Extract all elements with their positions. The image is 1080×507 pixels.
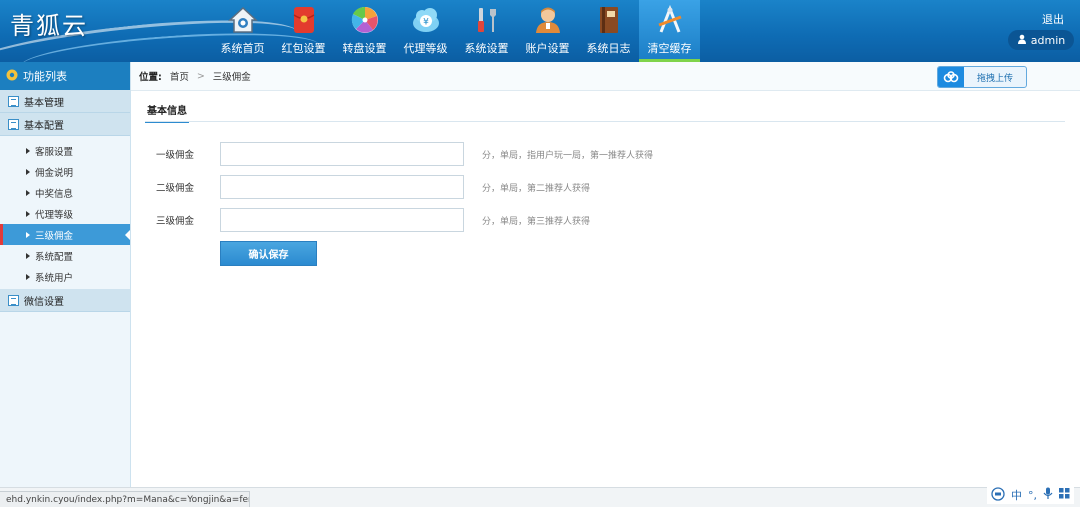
red-packet-icon: [288, 4, 320, 36]
sidebar-item-prize-info[interactable]: 中奖信息: [0, 182, 130, 203]
ime-punctuation[interactable]: °,: [1028, 489, 1037, 502]
breadcrumb-current: 三级佣金: [212, 72, 251, 83]
nav-item-system-log[interactable]: 系统日志: [578, 0, 639, 62]
nav-item-agent-level[interactable]: ¥ 代理等级: [395, 0, 456, 62]
brand-logo: 青狐云: [10, 12, 88, 40]
nav-label: 红包设置: [281, 42, 326, 55]
form-row-level3: 三级佣金 分，单局，第三推荐人获得: [131, 208, 590, 232]
nav-item-home[interactable]: 系统首页: [212, 0, 273, 62]
sidebar-item-agent-level[interactable]: 代理等级: [0, 203, 130, 224]
nav-label: 系统设置: [464, 42, 509, 55]
sidebar-item-customer-service[interactable]: 客服设置: [0, 140, 130, 161]
nav-label: 系统首页: [220, 42, 265, 55]
caret-right-icon: [26, 252, 30, 259]
breadcrumb-home[interactable]: 首页: [170, 69, 189, 83]
drag-upload-button[interactable]: 拖拽上传: [937, 66, 1027, 88]
breadcrumb-separator: >: [196, 70, 205, 82]
caret-right-icon: [26, 168, 30, 175]
sidebar-group-label: 微信设置: [24, 296, 64, 308]
clear-cache-icon: [654, 4, 686, 36]
nav-label: 账户设置: [525, 42, 570, 55]
sidebar-item-label: 系统用户: [35, 272, 74, 284]
nav-item-system-settings[interactable]: 系统设置: [456, 0, 517, 62]
tab-basic-info[interactable]: 基本信息: [145, 102, 189, 123]
sidebar-title: 功能列表: [0, 62, 130, 90]
nav-item-account-settings[interactable]: 账户设置: [517, 0, 578, 62]
sidebar-title-label: 功能列表: [23, 70, 67, 83]
sidebar-item-commission-info[interactable]: 佣金说明: [0, 161, 130, 182]
level2-commission-label: 二级佣金: [155, 183, 194, 194]
function-list-icon: [6, 69, 18, 84]
user-account-icon: [532, 4, 564, 36]
logout-link[interactable]: 退出: [1042, 11, 1064, 27]
section-divider: [145, 121, 1065, 122]
sidebar-item-system-users[interactable]: 系统用户: [0, 266, 130, 287]
level1-commission-hint: 分，单局，指用户玩一局，第一推荐人获得: [482, 150, 654, 161]
form-row-level2: 二级佣金 分，单局，第二推荐人获得: [131, 175, 590, 199]
user-menu[interactable]: admin: [1008, 30, 1074, 50]
ime-language[interactable]: 中: [1011, 487, 1022, 503]
save-button[interactable]: 确认保存: [220, 241, 317, 266]
top-header: 青狐云 系统首页 红包设置 转盘设置 ¥ 代理等级 系统设置 账户设置 系统日志…: [0, 0, 1080, 62]
sidebar-group-basic-management[interactable]: 基本管理: [0, 90, 130, 113]
nav-item-clear-cache[interactable]: 清空缓存: [639, 0, 700, 62]
level1-commission-input[interactable]: [220, 142, 464, 166]
cloud-upload-icon: [938, 67, 964, 87]
caret-right-icon: [26, 210, 30, 217]
sidebar-item-label: 佣金说明: [35, 167, 74, 179]
tools-icon: [471, 4, 503, 36]
level2-commission-input[interactable]: [220, 175, 464, 199]
caret-right-icon: [26, 273, 30, 280]
caret-right-icon: [26, 189, 30, 196]
ime-badge-icon[interactable]: [991, 486, 1005, 504]
sidebar-item-label: 系统配置: [35, 251, 74, 263]
list-icon: [8, 294, 19, 306]
nav-label: 系统日志: [586, 42, 631, 55]
grid-icon[interactable]: [1059, 488, 1070, 502]
wheel-icon: [349, 4, 381, 36]
drag-upload-label: 拖拽上传: [976, 73, 1013, 84]
nav-item-wheel[interactable]: 转盘设置: [334, 0, 395, 62]
user-icon: [1017, 34, 1027, 47]
level3-commission-label: 三级佣金: [155, 216, 194, 227]
sidebar-group-label: 基本配置: [24, 120, 64, 132]
level1-commission-label: 一级佣金: [155, 150, 194, 161]
main-nav: 系统首页 红包设置 转盘设置 ¥ 代理等级 系统设置 账户设置 系统日志 清空缓…: [212, 0, 700, 62]
level3-commission-hint: 分，单局，第三推荐人获得: [482, 216, 591, 227]
sidebar-group-wechat-settings[interactable]: 微信设置: [0, 289, 130, 312]
form-row-level1: 一级佣金 分，单局，指用户玩一局，第一推荐人获得: [131, 142, 653, 166]
caret-right-icon: [26, 147, 30, 154]
sidebar-group-label: 基本管理: [24, 97, 64, 109]
sidebar-item-three-level-commission[interactable]: 三级佣金: [0, 224, 130, 245]
log-book-icon: [593, 4, 625, 36]
sidebar-item-label: 客服设置: [35, 146, 74, 158]
list-icon: [8, 95, 19, 107]
sidebar-item-label: 中奖信息: [35, 188, 74, 200]
nav-label: 清空缓存: [647, 42, 692, 55]
main-content: 位置: 首页 > 三级佣金 拖拽上传 基本信息 一级佣金 分，单局，指用户玩一局…: [131, 62, 1080, 487]
sidebar-item-label: 代理等级: [35, 209, 74, 221]
browser-status-bar: ehd.ynkin.cyou/index.php?m=Mana&c=Yongji…: [0, 487, 1080, 507]
caret-right-icon: [26, 231, 30, 238]
level3-commission-input[interactable]: [220, 208, 464, 232]
svg-text:¥: ¥: [423, 18, 429, 28]
mic-icon[interactable]: [1043, 487, 1053, 503]
nav-label: 转盘设置: [342, 42, 387, 55]
nav-label: 代理等级: [403, 42, 448, 55]
sidebar-item-label: 三级佣金: [35, 230, 74, 242]
nav-item-red-packet[interactable]: 红包设置: [273, 0, 334, 62]
money-cloud-icon: ¥: [410, 4, 442, 36]
sidebar-item-system-config[interactable]: 系统配置: [0, 245, 130, 266]
list-icon: [8, 118, 19, 130]
status-url: ehd.ynkin.cyou/index.php?m=Mana&c=Yongji…: [0, 491, 250, 507]
username: admin: [1030, 33, 1066, 47]
home-icon: [227, 4, 259, 36]
level2-commission-hint: 分，单局，第二推荐人获得: [482, 183, 591, 194]
ime-toolbar: 中 °,: [987, 486, 1074, 504]
breadcrumb-prefix: 位置:: [139, 72, 162, 83]
sidebar: 功能列表 基本管理 基本配置 客服设置 佣金说明 中奖信息 代理等级 三级佣金 …: [0, 62, 131, 487]
sidebar-group-basic-config[interactable]: 基本配置: [0, 113, 130, 136]
